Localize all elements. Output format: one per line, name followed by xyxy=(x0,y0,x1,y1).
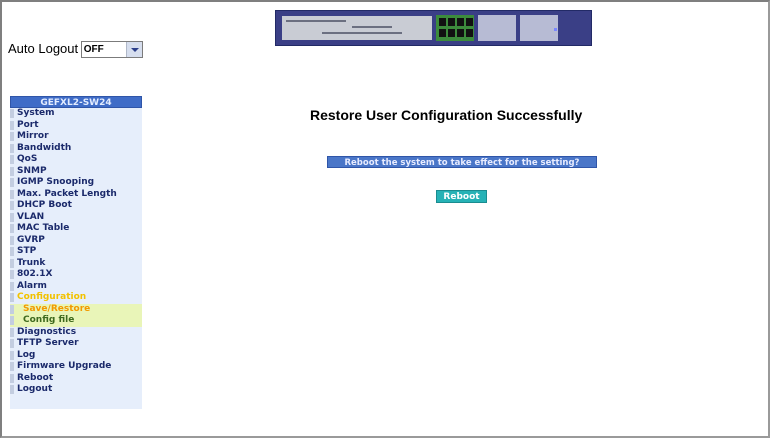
status-led xyxy=(554,28,557,31)
menu-item-firmware-upgrade[interactable]: Firmware Upgrade xyxy=(10,361,142,373)
menu-item-bandwidth[interactable]: Bandwidth xyxy=(10,143,142,155)
menu-item-system[interactable]: System xyxy=(10,108,142,120)
menu-item-igmp-snooping[interactable]: IGMP Snooping xyxy=(10,177,142,189)
menu-item-802-1x[interactable]: 802.1X xyxy=(10,269,142,281)
auto-logout-select[interactable]: OFF xyxy=(80,41,143,59)
sidebar-menu: GEFXL2-SW24 System Port Mirror Bandwidth… xyxy=(10,96,142,409)
device-banner-image xyxy=(275,10,592,46)
menu-item-stp[interactable]: STP xyxy=(10,246,142,258)
auto-logout-control: Auto Logout OFF xyxy=(8,41,143,59)
menu-item-diagnostics[interactable]: Diagnostics xyxy=(10,327,142,339)
device-front-panel xyxy=(282,16,432,40)
menu-item-port[interactable]: Port xyxy=(10,120,142,132)
menu-item-trunk[interactable]: Trunk xyxy=(10,258,142,270)
menu-item-mirror[interactable]: Mirror xyxy=(10,131,142,143)
menu-item-vlan[interactable]: VLAN xyxy=(10,212,142,224)
reboot-button[interactable]: Reboot xyxy=(436,190,487,203)
chevron-down-icon[interactable] xyxy=(125,42,142,58)
page-title: Restore User Configuration Successfully xyxy=(310,107,583,123)
menu-item-mac-table[interactable]: MAC Table xyxy=(10,223,142,235)
menu-item-max-packet-length[interactable]: Max. Packet Length xyxy=(10,189,142,201)
menu-item-configuration[interactable]: Configuration xyxy=(10,292,142,304)
reboot-prompt-banner: Reboot the system to take effect for the… xyxy=(327,156,597,168)
menu-subitem-config-file[interactable]: Config file xyxy=(10,315,142,327)
menu-item-gvrp[interactable]: GVRP xyxy=(10,235,142,247)
menu-item-logout[interactable]: Logout xyxy=(10,384,142,396)
menu-header: GEFXL2-SW24 xyxy=(10,96,142,108)
menu-item-alarm[interactable]: Alarm xyxy=(10,281,142,293)
menu-item-reboot[interactable]: Reboot xyxy=(10,373,142,385)
menu-item-log[interactable]: Log xyxy=(10,350,142,362)
menu-subitem-save-restore[interactable]: Save/Restore xyxy=(10,303,142,315)
auto-logout-label: Auto Logout xyxy=(8,41,79,56)
menu-item-qos[interactable]: QoS xyxy=(10,154,142,166)
menu-item-dhcp-boot[interactable]: DHCP Boot xyxy=(10,200,142,212)
menu-item-snmp[interactable]: SNMP xyxy=(10,166,142,178)
device-ports xyxy=(436,15,596,41)
auto-logout-value: OFF xyxy=(83,44,104,56)
menu-item-tftp-server[interactable]: TFTP Server xyxy=(10,338,142,350)
